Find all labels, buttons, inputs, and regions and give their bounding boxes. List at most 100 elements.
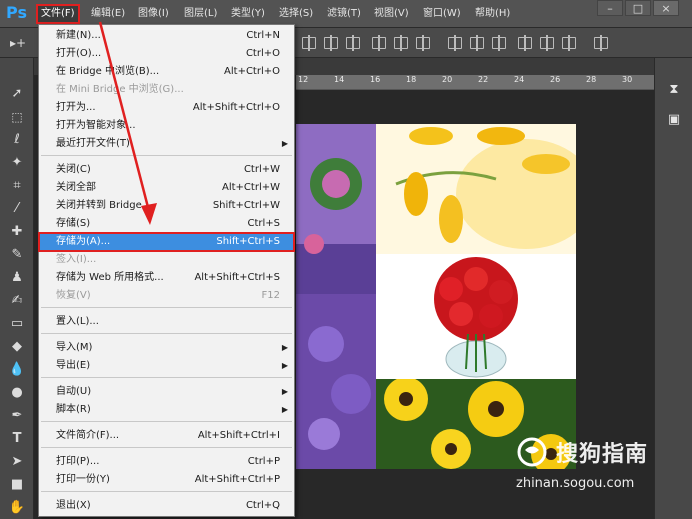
menu-item-file-info[interactable]: 文件简介(F)... Alt+Shift+Ctrl+I [39, 427, 294, 445]
eraser-tool-icon[interactable]: ▭ [6, 314, 28, 334]
submenu-arrow-icon: ▶ [281, 343, 288, 352]
align-top-icon[interactable] [302, 35, 316, 51]
brush-tool-icon[interactable]: ✎ [6, 245, 28, 265]
rectangle-tool-icon[interactable]: ■ [6, 475, 28, 495]
ruler-tick: 22 [478, 75, 489, 84]
ruler-tick: 30 [622, 75, 633, 84]
menu-item-close-all[interactable]: 关闭全部 Alt+Ctrl+W [39, 179, 294, 197]
minimize-button[interactable]: – [597, 0, 623, 16]
watermark-brand: 搜狗指南 [556, 442, 649, 467]
auto-align-icon[interactable] [594, 35, 608, 51]
align-right-icon[interactable] [416, 35, 430, 51]
align-vcenter-icon[interactable] [324, 35, 338, 51]
ruler-tick: 14 [334, 75, 345, 84]
history-panel-icon[interactable]: ⧗ [664, 80, 684, 100]
horizontal-ruler: 12 14 16 18 20 22 24 26 28 30 [296, 75, 654, 90]
menu-item-close-and-go-to-bridge[interactable]: 关闭并转到 Bridge... Shift+Ctrl+W [39, 197, 294, 215]
menu-file[interactable]: 文件(F) [36, 4, 80, 24]
menu-item-print[interactable]: 打印(P)... Ctrl+P [39, 453, 294, 471]
menu-filter[interactable]: 滤镜(T) [323, 5, 365, 23]
move-tool-icon[interactable]: ▸+ [10, 36, 26, 50]
submenu-arrow-icon: ▶ [281, 387, 288, 396]
menu-separator [41, 491, 292, 492]
menu-item-place[interactable]: 置入(L)... [39, 313, 294, 331]
watermark-url: zhinan.sogou.com [516, 476, 635, 491]
menu-item-browse-bridge[interactable]: 在 Bridge 中浏览(B)... Alt+Ctrl+O [39, 63, 294, 81]
menu-item-close[interactable]: 关闭(C) Ctrl+W [39, 161, 294, 179]
menu-item-automate[interactable]: 自动(U) ▶ [39, 383, 294, 401]
menu-item-export[interactable]: 导出(E) ▶ [39, 357, 294, 375]
menu-item-save-for-web[interactable]: 存储为 Web 所用格式... Alt+Shift+Ctrl+S [39, 269, 294, 287]
submenu-arrow-icon: ▶ [281, 361, 288, 370]
lavender-photo [296, 124, 376, 469]
marquee-tool-icon[interactable]: ⬚ [6, 107, 28, 127]
menu-separator [41, 421, 292, 422]
clone-stamp-tool-icon[interactable]: ♟ [6, 268, 28, 288]
menu-item-save-as[interactable]: 存储为(A)... Shift+Ctrl+S [38, 232, 295, 252]
menu-item-new[interactable]: 新建(N)... Ctrl+N [39, 27, 294, 45]
align-bottom-icon[interactable] [346, 35, 360, 51]
path-selection-tool-icon[interactable]: ➤ [6, 452, 28, 472]
file-menu-dropdown: 新建(N)... Ctrl+N 打开(O)... Ctrl+O 在 Bridge 中… [38, 24, 295, 517]
menu-edit[interactable]: 编辑(E) [87, 5, 129, 23]
menu-item-import[interactable]: 导入(M) ▶ [39, 339, 294, 357]
menu-item-open-as[interactable]: 打开为... Alt+Shift+Ctrl+O [39, 99, 294, 117]
menu-item-browse-mini-bridge: 在 Mini Bridge 中浏览(G)... [56, 84, 184, 95]
magic-wand-tool-icon[interactable]: ✦ [6, 153, 28, 173]
menu-item-check-in: 签入(I)... [56, 254, 97, 265]
menu-item-open-as-smart-object[interactable]: 打开为智能对象... [39, 117, 294, 135]
pen-tool-icon[interactable]: ✒ [6, 406, 28, 426]
menu-select[interactable]: 选择(S) [275, 5, 317, 23]
menu-type[interactable]: 类型(Y) [227, 5, 269, 23]
distribute-right-icon[interactable] [562, 35, 576, 51]
properties-panel-icon[interactable]: ▣ [664, 110, 684, 130]
distribute-vcenter-icon[interactable] [470, 35, 484, 51]
roses-photo [376, 254, 576, 379]
distribute-top-icon[interactable] [448, 35, 462, 51]
ruler-tick: 28 [586, 75, 597, 84]
tulips-photo [376, 124, 576, 254]
dodge-tool-icon[interactable]: ● [6, 383, 28, 403]
menu-separator [41, 447, 292, 448]
right-panel-dock: ⧗ ▣ [654, 58, 692, 519]
hand-tool-icon[interactable]: ✋ [6, 498, 28, 518]
menu-item-open[interactable]: 打开(O)... Ctrl+O [39, 45, 294, 63]
ruler-tick: 16 [370, 75, 381, 84]
blur-tool-icon[interactable]: 💧 [6, 360, 28, 380]
healing-brush-tool-icon[interactable]: ✚ [6, 222, 28, 242]
move-tool-icon[interactable]: ➚ [6, 84, 28, 104]
menu-item-exit[interactable]: 退出(X) Ctrl+Q [39, 497, 294, 515]
submenu-arrow-icon: ▶ [281, 139, 288, 148]
distribute-hcenter-icon[interactable] [540, 35, 554, 51]
align-hcenter-icon[interactable] [394, 35, 408, 51]
align-left-icon[interactable] [372, 35, 386, 51]
ruler-tick: 26 [550, 75, 561, 84]
menu-item-scripts[interactable]: 脚本(R) ▶ [39, 401, 294, 419]
crop-tool-icon[interactable]: ⌗ [6, 176, 28, 196]
document-canvas[interactable] [296, 124, 576, 469]
sogou-logo-icon [517, 437, 547, 467]
distribute-bottom-icon[interactable] [492, 35, 506, 51]
menu-help[interactable]: 帮助(H) [471, 5, 514, 23]
menu-image[interactable]: 图像(I) [134, 5, 173, 23]
menu-layer[interactable]: 图层(L) [180, 5, 221, 23]
menu-item-open-recent[interactable]: 最近打开文件(T) ▶ [39, 135, 294, 153]
menu-separator [41, 333, 292, 334]
photoshop-logo: Ps [6, 3, 27, 22]
menu-item-save[interactable]: 存储(S) Ctrl+S [39, 215, 294, 233]
history-brush-tool-icon[interactable]: ✍ [6, 291, 28, 311]
paint-bucket-tool-icon[interactable]: ◆ [6, 337, 28, 357]
ruler-tick: 20 [442, 75, 453, 84]
ruler-tick: 24 [514, 75, 525, 84]
maximize-button[interactable]: □ [625, 0, 651, 16]
menu-view[interactable]: 视图(V) [370, 5, 413, 23]
type-tool-icon[interactable]: T [6, 429, 28, 449]
close-button[interactable]: × [653, 0, 679, 16]
menu-separator [41, 377, 292, 378]
lasso-tool-icon[interactable]: ℓ [6, 130, 28, 150]
menu-separator [41, 307, 292, 308]
distribute-left-icon[interactable] [518, 35, 532, 51]
menu-item-print-one-copy[interactable]: 打印一份(Y) Alt+Shift+Ctrl+P [39, 471, 294, 489]
eyedropper-tool-icon[interactable]: ⁄ [6, 199, 28, 219]
menu-window[interactable]: 窗口(W) [419, 5, 465, 23]
